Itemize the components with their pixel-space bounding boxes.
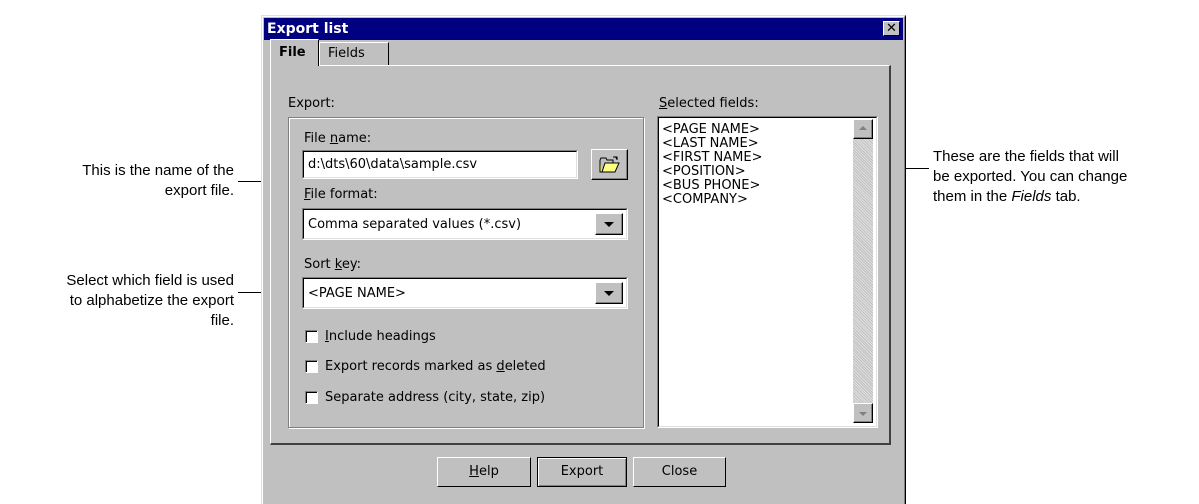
checkbox-include-headings[interactable]: Include headings: [305, 328, 565, 346]
list-item[interactable]: <BUS PHONE>: [662, 179, 760, 192]
dialog-titlebar[interactable]: Export list ✕: [264, 18, 903, 40]
list-item[interactable]: <PAGE NAME>: [662, 123, 760, 136]
vertical-scrollbar[interactable]: [853, 119, 873, 423]
annotation-line: These are the fields that will: [933, 148, 1119, 165]
checkbox-export-deleted[interactable]: Export records marked as deleted: [305, 358, 605, 376]
browse-button[interactable]: [591, 149, 628, 180]
checkbox-label: Export records marked as deleted: [325, 359, 546, 374]
file-name-value: d:\dts\60\data\sample.csv: [308, 157, 478, 172]
annotation-line: be exported. You can change: [933, 168, 1128, 185]
list-item[interactable]: <FIRST NAME>: [662, 151, 763, 164]
list-item[interactable]: <COMPANY>: [662, 193, 748, 206]
annotation-line: This is the name of the: [82, 162, 234, 179]
scroll-down-icon: [859, 412, 867, 416]
annotation-selected-fields: These are the fields that will be export…: [933, 147, 1199, 207]
chevron-down-icon: [604, 222, 614, 227]
close-icon[interactable]: ✕: [883, 21, 900, 36]
export-group-label: Export:: [288, 96, 335, 111]
file-format-select[interactable]: Comma separated values (*.csv): [302, 208, 628, 240]
annotation-line: them in the Fields tab.: [933, 188, 1081, 205]
file-name-input[interactable]: d:\dts\60\data\sample.csv: [302, 150, 578, 179]
checkbox-box[interactable]: [305, 360, 318, 373]
annotation-line: export file.: [164, 182, 234, 199]
annotation-line: Select which field is used: [66, 272, 234, 289]
open-folder-icon: [599, 156, 620, 173]
checkbox-separate-address[interactable]: Separate address (city, state, zip): [305, 389, 605, 407]
file-format-dropdown-button[interactable]: [595, 213, 623, 235]
close-button[interactable]: Close: [633, 457, 726, 487]
checkbox-label: Separate address (city, state, zip): [325, 390, 546, 405]
dialog-title: Export list: [267, 21, 349, 37]
scroll-down-button[interactable]: [853, 403, 873, 423]
scroll-up-icon: [859, 126, 867, 130]
scroll-up-button[interactable]: [853, 119, 873, 139]
help-button[interactable]: Help: [437, 457, 531, 487]
sort-key-value: <PAGE NAME>: [308, 286, 406, 301]
checkbox-box[interactable]: [305, 391, 318, 404]
annotation-line: to alphabetize the export: [69, 292, 234, 309]
tab-fields[interactable]: Fields: [319, 42, 389, 65]
checkbox-box[interactable]: [305, 330, 318, 343]
sort-key-select[interactable]: <PAGE NAME>: [302, 277, 628, 309]
annotation-line: file.: [210, 312, 234, 329]
file-name-label: File name:: [304, 131, 372, 146]
file-format-label: File format:: [304, 187, 378, 202]
annotation-file-name: This is the name of the export file.: [0, 161, 234, 201]
list-item[interactable]: <POSITION>: [662, 165, 746, 178]
file-format-value: Comma separated values (*.csv): [308, 217, 522, 232]
tab-file[interactable]: File: [270, 39, 319, 66]
sort-key-label: Sort key:: [304, 257, 361, 272]
chevron-down-icon: [604, 291, 614, 296]
scrollbar-track[interactable]: [853, 119, 873, 423]
annotation-sort-key: Select which field is used to alphabetiz…: [0, 271, 234, 331]
selected-fields-label: Selected fields:: [659, 96, 759, 111]
sort-key-dropdown-button[interactable]: [595, 282, 623, 304]
checkbox-label: Include headings: [325, 329, 436, 344]
selected-fields-list[interactable]: <PAGE NAME> <LAST NAME> <FIRST NAME> <PO…: [657, 116, 878, 428]
list-item[interactable]: <LAST NAME>: [662, 137, 759, 150]
export-button[interactable]: Export: [537, 457, 627, 487]
